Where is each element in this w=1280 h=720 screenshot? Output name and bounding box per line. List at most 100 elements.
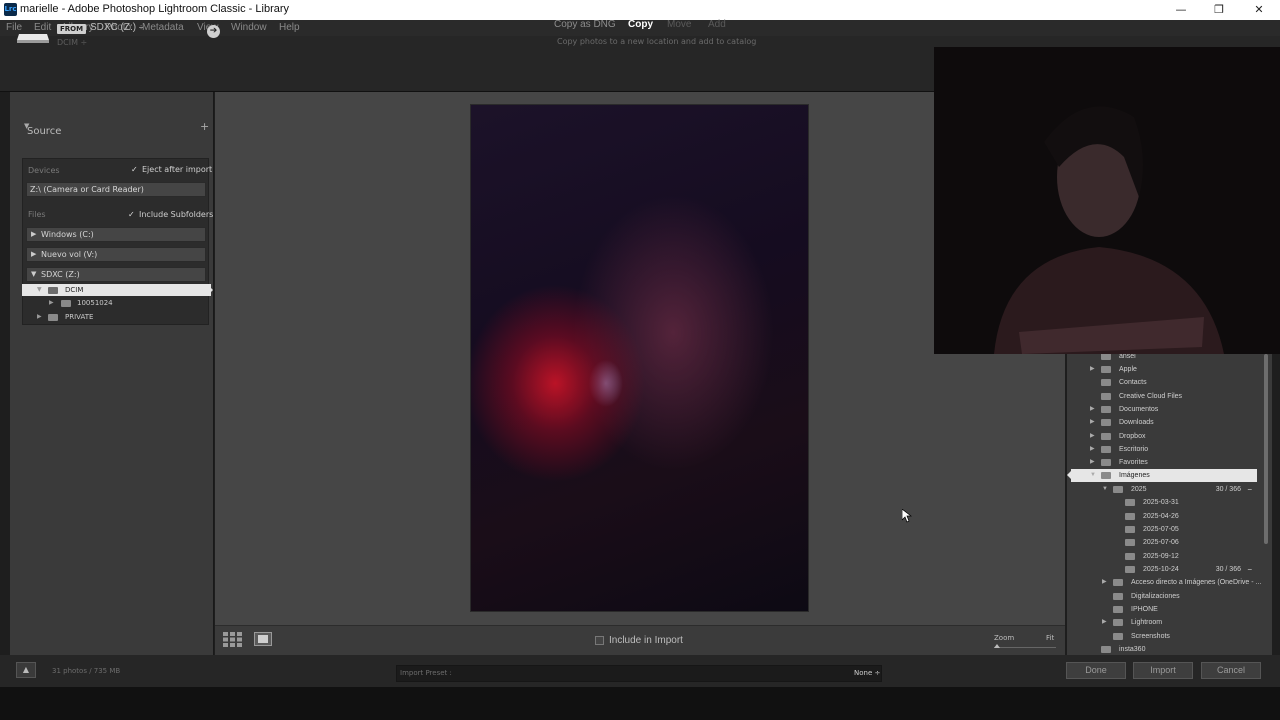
import-preset-select[interactable]: None ÷ [854,669,880,677]
folder-icon [1113,486,1123,493]
folder-icon [1101,446,1111,453]
grid-view-icon[interactable] [223,632,243,647]
destination-folder-row[interactable]: ▶ Apple [1071,363,1257,376]
expand-triangle-icon[interactable]: ▶ [1090,403,1095,416]
folder-private[interactable]: ▶ PRIVATE [22,311,211,323]
folder-name: 2025-04-26 [1143,513,1179,520]
folder-icon [1125,553,1135,560]
folder-icon [1101,646,1111,653]
destination-folder-row[interactable]: 2025-03-31 [1071,496,1257,509]
folder-name: Screenshots [1131,633,1170,640]
minus-icon[interactable]: − [1247,483,1252,496]
folder-icon [1125,539,1135,546]
destination-folder-row[interactable]: 2025-04-26 [1071,510,1257,523]
mode-copy[interactable]: Copy [628,19,653,30]
photo-preview[interactable] [470,104,809,612]
source-selector[interactable]: SDXC (Z:) ÷ [90,22,143,33]
maximize-button[interactable]: ❐ [1200,0,1238,20]
source-path[interactable]: DCIM ÷ [57,38,87,47]
done-button[interactable]: Done [1066,662,1126,679]
folder-icon [1113,633,1123,640]
destination-folder-row[interactable]: IPHONE [1071,603,1257,616]
device-row[interactable]: Z:\ (Camera or Card Reader) [26,182,206,197]
destination-folder-row[interactable]: Creative Cloud Files [1071,390,1257,403]
folder-name: Escritorio [1119,446,1149,453]
folder-name: Apple [1119,366,1137,373]
expand-triangle-icon[interactable]: ▶ [1102,576,1107,589]
folder-icon [1113,593,1123,600]
folder-icon [1101,353,1111,360]
selection-arrow-icon [207,284,213,296]
cancel-button[interactable]: Cancel [1201,662,1261,679]
destination-folder-row[interactable]: ▼ 2025 30 / 366− [1071,483,1257,496]
zoom-label: Zoom [994,634,1015,642]
destination-folder-row[interactable]: 2025-10-24 30 / 366− [1071,563,1257,576]
destination-folder-row[interactable]: Digitalizaciones [1071,590,1257,603]
zoom-slider-handle[interactable] [994,644,1000,648]
add-source-icon[interactable]: + [200,120,209,133]
folder-icon [1113,606,1123,613]
destination-folder-row[interactable]: ▶ Documentos [1071,403,1257,416]
folder-name: Contacts [1119,379,1147,386]
destination-folder-row[interactable]: ▶ Favorites [1071,456,1257,469]
expand-triangle-icon[interactable]: ▶ [1090,456,1095,469]
minus-icon[interactable]: − [1247,563,1252,576]
collapse-triangle-icon[interactable]: ▼ [1102,483,1108,496]
expand-triangle-icon[interactable]: ▶ [1090,416,1095,429]
menu-help[interactable]: Help [279,22,300,33]
folder-icon [1101,406,1111,413]
destination-folder-row[interactable]: 2025-07-05 [1071,523,1257,536]
include-in-import-checkbox[interactable] [595,636,604,645]
zoom-slider[interactable] [994,647,1056,648]
devices-label: Devices [28,166,60,175]
volume-windows[interactable]: ▶ Windows (C:) [26,227,206,242]
destination-folder-row[interactable]: ▶ Downloads [1071,416,1257,429]
folder-count: 30 / 366 [1215,566,1241,573]
filmstrip [0,687,1280,720]
folder-icon [1125,513,1135,520]
destination-folder-row[interactable]: ▶ Escritorio [1071,443,1257,456]
fit-label: Fit [1046,634,1055,642]
destination-folder-row[interactable]: Screenshots [1071,630,1257,643]
expand-triangle-icon[interactable]: ▶ [1090,443,1095,456]
volume-sdxc[interactable]: ▼ SDXC (Z:) [26,267,206,282]
destination-folder-row[interactable]: Contacts [1071,376,1257,389]
destination-folder-row[interactable]: ▶ Dropbox [1071,430,1257,443]
include-subfolders-checkbox[interactable]: ✓ Include Subfolders [128,210,213,219]
close-button[interactable]: ✕ [1240,0,1278,20]
folder-10051024[interactable]: ▶ 10051024 [22,297,211,309]
folder-icon [48,314,58,321]
destination-folder-row[interactable]: ▶ Acceso directo a Imágenes (OneDrive - .… [1071,576,1261,589]
expand-triangle-icon[interactable]: ▶ [1090,430,1095,443]
collapse-triangle-icon: ▼ [37,286,42,293]
folder-name: Favorites [1119,459,1148,466]
mode-add[interactable]: Add [708,19,726,30]
expand-triangle-icon: ▶ [31,230,37,238]
source-title: Source [27,126,62,137]
expand-triangle-icon[interactable]: ▶ [1090,363,1095,376]
folder-icon [1113,619,1123,626]
minimize-button[interactable]: — [1162,0,1200,20]
menu-window[interactable]: Window [231,22,267,33]
folder-icon [1101,433,1111,440]
destination-folder-row[interactable]: ▶ Lightroom [1071,616,1257,629]
collapse-triangle-icon[interactable]: ▼ [1090,469,1096,482]
import-button[interactable]: Import [1133,662,1193,679]
destination-folder-row[interactable]: ▼ Imágenes [1071,469,1257,482]
import-preset-bar [396,665,882,682]
folder-name: 2025-07-06 [1143,539,1179,546]
expand-triangle-icon[interactable]: ▶ [1102,616,1107,629]
menu-metadata[interactable]: Metadata [142,22,184,33]
loupe-view-icon[interactable] [254,632,272,646]
collapse-button[interactable]: ▲ [16,662,36,678]
destination-folder-row[interactable]: 2025-07-06 [1071,536,1257,549]
mode-copy-as-dng[interactable]: Copy as DNG [554,19,616,30]
folder-name: 2025-03-31 [1143,499,1179,506]
destination-folder-row[interactable]: 2025-09-12 [1071,550,1257,563]
destination-scrollbar[interactable] [1264,354,1268,544]
folder-dcim[interactable]: ▼ DCIM [22,284,211,296]
mode-move[interactable]: Move [667,19,691,30]
folder-icon [61,300,71,307]
eject-checkbox[interactable]: ✓ Eject after import [131,165,212,174]
volume-nuevo[interactable]: ▶ Nuevo vol (V:) [26,247,206,262]
